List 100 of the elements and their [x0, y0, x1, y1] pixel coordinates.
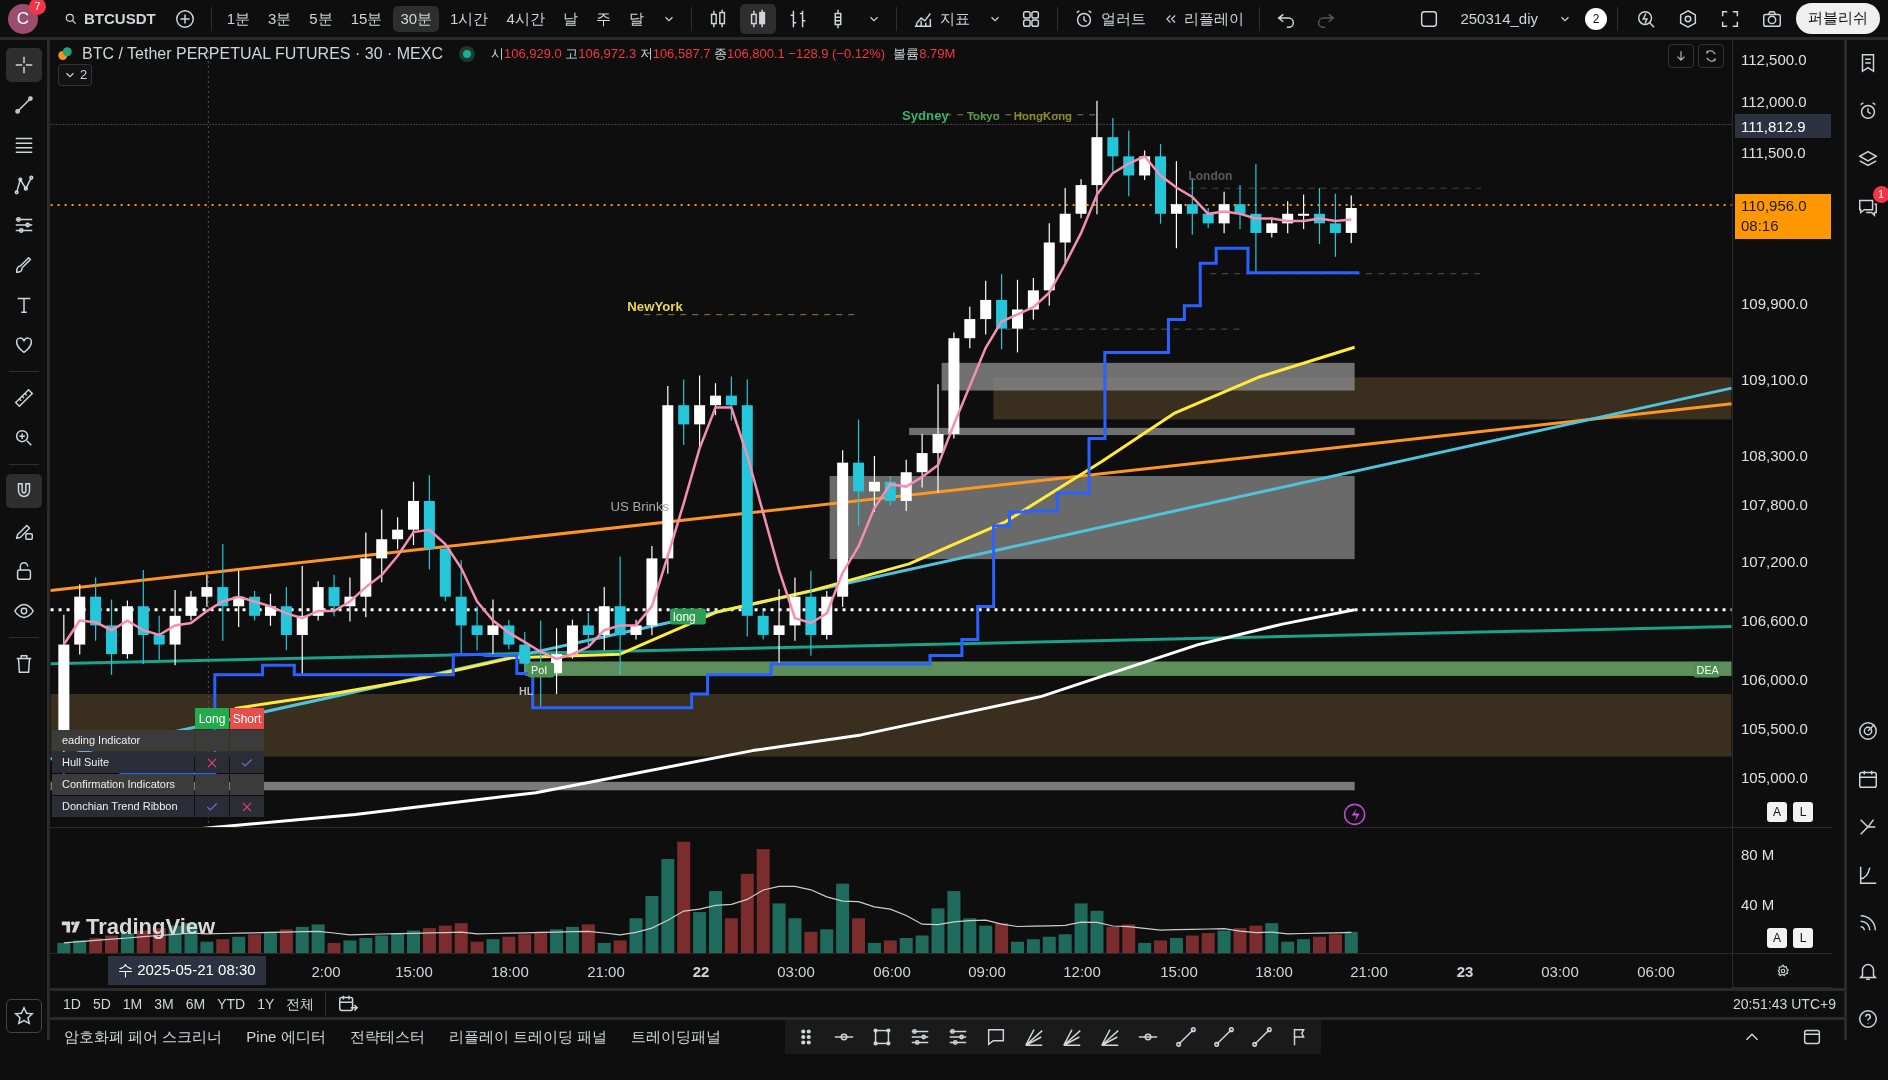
- range-button[interactable]: 3M: [149, 991, 179, 1017]
- time-label: 03:00: [1541, 962, 1579, 982]
- time-label: 21:00: [587, 962, 625, 982]
- horizontal-line-icon: [1136, 1033, 1159, 1042]
- price-label: 106,600.0: [1741, 612, 1808, 630]
- scale-button[interactable]: A: [1767, 928, 1787, 948]
- notification-badge: 1: [1872, 186, 1888, 203]
- time-label: 22: [692, 962, 710, 982]
- time-label: 15:00: [395, 962, 433, 982]
- range-button[interactable]: 1M: [117, 991, 148, 1017]
- price-label: 109,100.0: [1741, 371, 1808, 389]
- symbol-search[interactable]: BTCUSDT: [57, 5, 163, 32]
- trend-line-icon: [12, 94, 35, 116]
- watchlist-button[interactable]: [5, 999, 42, 1033]
- price-label: 108,300.0: [1741, 447, 1808, 465]
- interval-button[interactable]: 주: [588, 5, 618, 32]
- interval-button[interactable]: 30분: [393, 5, 440, 32]
- time-label: 06:00: [873, 962, 911, 982]
- scroll-down-button[interactable]: [1668, 44, 1694, 68]
- crosshair-tool[interactable]: [5, 48, 42, 82]
- panel-tab[interactable]: 전략테스터: [349, 1026, 425, 1049]
- chart-type-button[interactable]: [739, 3, 776, 34]
- panel-tab[interactable]: 리플레이 트레이딩 패널: [448, 1026, 607, 1049]
- panel-tab[interactable]: Pine 에디터: [246, 1026, 326, 1049]
- ruler-icon: [12, 387, 35, 409]
- panel-tab[interactable]: 암호화폐 페어 스크리너: [64, 1026, 223, 1049]
- volume-value: 볼륨8.79M: [893, 45, 956, 64]
- interval-button[interactable]: 15분: [343, 5, 390, 32]
- chart-label: London: [1188, 168, 1233, 183]
- interval-button[interactable]: 날: [555, 5, 585, 32]
- pattern-icon: [12, 174, 35, 196]
- time-label: 09:00: [968, 962, 1006, 982]
- alert-button[interactable]: 얼러트: [1065, 3, 1153, 34]
- indicator-label: Donchian Trend Ribbon: [52, 796, 194, 817]
- publish-button[interactable]: 퍼블리쉬: [1796, 3, 1880, 34]
- interval-button[interactable]: 5분: [302, 5, 340, 32]
- table-cell: [195, 774, 229, 795]
- range-button[interactable]: 전체: [281, 991, 320, 1017]
- symbol-title: BTC / Tether PERPETUAL FUTURES · 30 · MEXC: [82, 44, 443, 64]
- ohlc-values: 시 106,929.0 고106,972.3 저106,587.7 종106,800.1 −128.9 (−0.12%): [490, 45, 886, 64]
- target-icon: [1856, 720, 1879, 742]
- price-label: 107,200.0: [1741, 553, 1808, 571]
- time-label: 23: [1456, 962, 1474, 982]
- range-button[interactable]: 1D: [58, 991, 86, 1017]
- scale-button[interactable]: L: [1793, 802, 1813, 822]
- high-price-label: 111,812.9: [1735, 114, 1831, 138]
- replay-button[interactable]: 리플레이: [1156, 5, 1251, 32]
- refresh-icon: [1704, 49, 1718, 63]
- fan-icon: [1060, 1026, 1083, 1049]
- price-label: 105,000.0: [1741, 769, 1808, 787]
- chart-label: NewYork: [627, 299, 683, 315]
- volume-label: 40 M: [1741, 896, 1775, 914]
- scale-button[interactable]: L: [1793, 928, 1813, 948]
- interval-button[interactable]: 1시간: [443, 5, 496, 32]
- price-label: 106,000.0: [1741, 671, 1808, 689]
- segment-icon: [1250, 1026, 1273, 1049]
- time-label: 12:00: [1063, 962, 1101, 982]
- price-label: 112,000.0: [1741, 93, 1807, 111]
- layout-name-button[interactable]: 250314_diy: [1453, 5, 1545, 32]
- clock-text: 20:51:43 UTC+9: [1732, 994, 1836, 1014]
- time-label: 18:00: [491, 962, 529, 982]
- price-label: 109,900.0: [1741, 295, 1808, 313]
- coin-icon: [56, 45, 74, 63]
- countdown-timer: 08:16: [1741, 216, 1780, 236]
- indicators-button[interactable]: 지표: [904, 3, 977, 34]
- table-cell: [195, 730, 229, 751]
- reset-button[interactable]: [1698, 44, 1724, 68]
- calendar-icon: [1856, 768, 1879, 790]
- time-label: 21:00: [1350, 962, 1388, 982]
- interval-button[interactable]: 1분: [219, 5, 257, 32]
- fan-icon: [1022, 1026, 1045, 1049]
- crosshair-time-label: 수 2025-05-21 08:30: [108, 956, 266, 985]
- section-label: eading Indicator: [52, 730, 194, 751]
- interval-button[interactable]: 4시간: [499, 5, 552, 32]
- notification-badge: 7: [29, 0, 46, 15]
- panel-tab[interactable]: 트레이딩패널: [630, 1026, 721, 1049]
- last-price-value: 110,956.0: [1741, 196, 1808, 216]
- range-button[interactable]: 1Y: [252, 991, 280, 1017]
- search-icon: [64, 11, 78, 26]
- interval-button[interactable]: 3분: [261, 5, 299, 32]
- scale-button[interactable]: A: [1767, 802, 1787, 822]
- time-label: 18:00: [1255, 962, 1293, 982]
- collapse-button[interactable]: 2: [58, 64, 93, 86]
- time-label: 2:00: [311, 962, 341, 982]
- fan-icon: [1098, 1026, 1121, 1049]
- indicator-label: Hull Suite: [52, 752, 194, 773]
- settings-icon: [1677, 7, 1699, 30]
- layout-count-badge: 2: [1585, 7, 1607, 30]
- settings-icon: [1775, 963, 1790, 978]
- table-cell: [230, 730, 264, 751]
- interval-button[interactable]: 달: [621, 5, 651, 32]
- logo-text: TradingView: [86, 913, 216, 941]
- star-icon: [12, 1005, 35, 1027]
- range-button[interactable]: 5D: [87, 991, 116, 1017]
- price-label: 105,500.0: [1741, 720, 1808, 738]
- range-button[interactable]: 6M: [180, 991, 211, 1017]
- magnet-tool[interactable]: [5, 474, 42, 508]
- range-button[interactable]: YTD: [212, 991, 251, 1017]
- time-label: 15:00: [1160, 962, 1198, 982]
- plus-icon: [173, 7, 196, 30]
